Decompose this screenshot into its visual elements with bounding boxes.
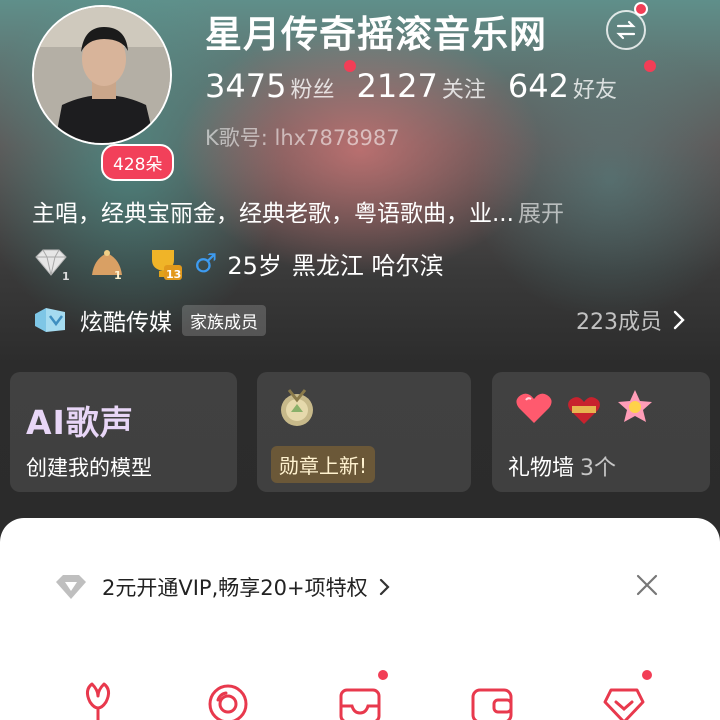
crown-badge-level: 1 [114,269,122,281]
family-name[interactable]: 炫酷传媒 [80,303,172,337]
diamond-badge-level: 1 [62,270,70,281]
star-gift-icon [618,390,652,422]
bio: 主唱，经典宝丽金，经典老歌，粤语歌曲，业... 展开 [32,194,564,228]
medal-icon [281,389,313,426]
friends-label[interactable]: 好友 [573,72,617,104]
diamond-badge-icon[interactable]: 1 [32,247,70,283]
wallet-icon[interactable] [468,676,516,720]
family-row[interactable]: 炫酷传媒 家族成员 223成员 [32,302,688,338]
avatar[interactable] [32,5,172,145]
heart-gift-icon [516,393,552,423]
medal-card[interactable]: 勋章上新! [257,372,471,492]
medal-new-tag: 勋章上新! [271,446,376,483]
disc-icon[interactable] [204,676,252,720]
vip-promo-text: 2元开通VIP,畅享20+项特权 [102,576,368,600]
family-member-count[interactable]: 223成员 [576,304,688,336]
vip-chevron-right-icon [379,578,390,596]
trophy-badge-level: 13 [166,268,181,281]
ai-voice-subtitle: 创建我的模型 [26,456,152,480]
family-member-tag: 家族成员 [182,304,266,336]
fans-notify-dot [344,60,356,72]
friends-notify-dot [644,60,656,72]
feature-icon-row [0,660,720,720]
fans-label[interactable]: 粉丝 [290,72,334,104]
age: 25岁 [227,252,282,280]
flower-icon[interactable] [74,676,122,720]
fans-count[interactable]: 3475 [205,67,286,105]
family-logo-icon [35,308,65,332]
friends-count[interactable]: 642 [508,67,569,105]
family-count-text: 223成员 [576,310,662,335]
heart-badge-gift-icon [568,397,600,424]
gift-wall-count: 3个 [580,456,617,481]
shield-notify-dot [640,668,654,682]
flower-count-badge: 428朵 [101,144,175,181]
location: 黑龙江 哈尔滨 [291,252,444,280]
ai-voice-title: AI歌声 [26,403,134,442]
vip-diamond-icon [56,575,86,599]
trophy-badge-icon[interactable]: 13 [144,247,182,281]
following-count[interactable]: 2127 [356,67,437,105]
bottom-sheet: 2元开通VIP,畅享20+项特权 [0,518,720,720]
inbox-notify-dot [376,668,390,682]
stats-row: 3475 粉丝 2127 关注 642 好友 [205,67,617,105]
bio-text: 主唱，经典宝丽金，经典老歌，粤语歌曲，业... [32,201,514,227]
crown-badge-icon[interactable]: 1 [88,247,126,282]
switch-account-button[interactable] [606,10,646,50]
switch-notify-dot [634,2,648,16]
bio-expand-link[interactable]: 展开 [518,201,564,227]
swap-icon [616,20,636,40]
ai-voice-card[interactable]: AI歌声 创建我的模型 [10,372,237,492]
kge-id: K歌号: lhx7878987 [205,126,400,150]
gender-male-icon: ♂ [194,248,218,279]
gift-wall-title: 礼物墙 [508,456,575,481]
following-label[interactable]: 关注 [442,72,486,104]
close-vip-icon[interactable] [632,570,662,600]
badge-row: 1 1 13 ♂ 25岁 黑龙江 哈尔滨 [32,246,444,283]
avatar-photo [34,7,170,143]
gift-wall-card[interactable]: 礼物墙 3个 [492,372,710,492]
username: 星月传奇摇滚音乐网 [205,13,547,56]
chevron-right-icon [673,310,685,330]
gift-wall-label: 礼物墙 3个 [508,450,616,482]
vip-promo-link[interactable]: 2元开通VIP,畅享20+项特权 [54,572,392,602]
heart-shield-icon[interactable] [600,676,648,720]
inbox-icon[interactable] [336,676,384,720]
